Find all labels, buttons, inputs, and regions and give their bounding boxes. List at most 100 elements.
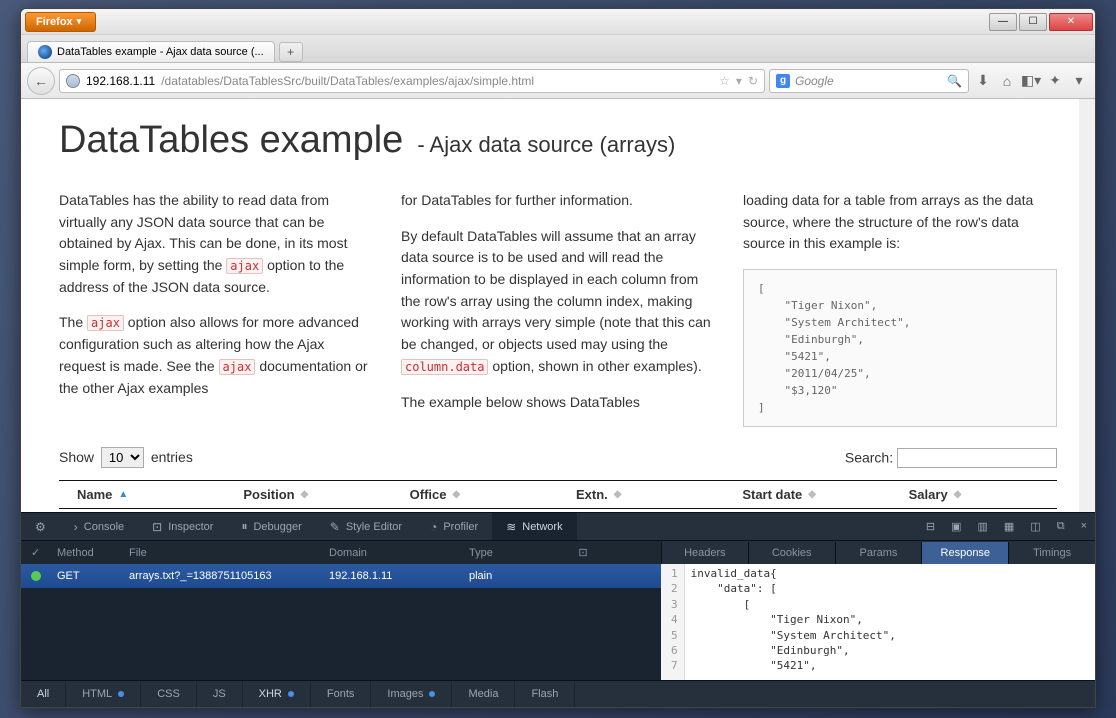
devtools-options-button[interactable]: ⚙ <box>21 513 60 540</box>
tool-console[interactable]: ›Console <box>60 513 138 540</box>
filter-css[interactable]: CSS <box>141 681 197 707</box>
col-type: Type <box>459 547 559 559</box>
close-button[interactable]: ✕ <box>1049 13 1093 31</box>
sort-icon: ◆ <box>808 489 816 500</box>
undock-icon[interactable]: ⧉ <box>1049 520 1073 533</box>
col-domain: Domain <box>319 547 459 559</box>
filter-js[interactable]: JS <box>197 681 243 707</box>
code-ajax: ajax <box>87 315 124 331</box>
filter-flash[interactable]: Flash <box>515 681 575 707</box>
profiler-icon: ◔ <box>430 520 437 534</box>
sort-icon: ◆ <box>453 489 461 500</box>
th-salary[interactable]: Salary◆ <box>891 487 1057 502</box>
url-path: /datatables/DataTablesSrc/built/DataTabl… <box>161 74 534 88</box>
tool-debugger[interactable]: ⏸Debugger <box>227 513 315 540</box>
scratchpad-icon[interactable]: ▣ <box>943 520 969 533</box>
filter-all[interactable]: All <box>21 681 66 707</box>
column-1: DataTables has the ability to read data … <box>59 190 373 427</box>
bookmark-icon[interactable]: ☆ <box>719 74 730 88</box>
filter-fonts[interactable]: Fonts <box>311 681 372 707</box>
new-tab-button[interactable]: + <box>279 42 303 62</box>
response-body[interactable]: invalid_data{ "data": [ [ "Tiger Nixon",… <box>685 564 1095 680</box>
dropdown-icon[interactable]: ▾ <box>736 74 742 88</box>
search-input[interactable] <box>897 448 1057 468</box>
cell-domain: 192.168.1.11 <box>319 570 459 582</box>
nav-bar: ← 192.168.1.11/datatables/DataTablesSrc/… <box>21 63 1095 99</box>
tab-timings[interactable]: Timings <box>1008 542 1095 564</box>
dock-side-icon[interactable]: ◫ <box>1022 520 1048 533</box>
devtools-toolbar: ⚙ ›Console ⊡Inspector ⏸Debugger ✎Style E… <box>21 512 1095 540</box>
paint-icon[interactable]: ▦ <box>996 520 1022 533</box>
home-icon[interactable]: ⌂ <box>997 71 1017 91</box>
tool-inspector[interactable]: ⊡Inspector <box>138 513 227 540</box>
filter-indicator <box>429 691 435 697</box>
window-controls: — ☐ ✕ <box>989 13 1095 31</box>
text: option, shown in other examples). <box>488 358 701 374</box>
cell-type: plain <box>459 570 559 582</box>
th-position[interactable]: Position◆ <box>225 487 391 502</box>
tool-network[interactable]: ≋Network <box>492 513 576 540</box>
firefox-menu-button[interactable]: Firefox <box>25 12 96 32</box>
column-2: for DataTables for further information. … <box>401 190 715 427</box>
text: The example below shows DataTables <box>401 392 715 414</box>
style-icon: ✎ <box>330 520 340 534</box>
search-placeholder: Google <box>795 74 942 88</box>
filter-media[interactable]: Media <box>452 681 515 707</box>
scrollbar[interactable] <box>1079 99 1095 532</box>
search-go-icon[interactable]: 🔍 <box>947 74 962 88</box>
page-subtitle: - Ajax data source (arrays) <box>417 132 675 158</box>
tab-title: DataTables example - Ajax data source (.… <box>57 46 264 58</box>
responsive-icon[interactable]: ▥ <box>969 520 995 533</box>
network-detail-panel: Headers Cookies Params Response Timings … <box>661 540 1095 680</box>
tab-response[interactable]: Response <box>921 542 1008 564</box>
inspector-icon: ⊡ <box>152 520 162 534</box>
th-name[interactable]: Name▲ <box>59 487 225 502</box>
text: loading data for a table from arrays as … <box>743 190 1057 255</box>
cell-file: arrays.txt?_=1388751105163 <box>119 570 319 582</box>
tab-headers[interactable]: Headers <box>661 542 748 564</box>
search-bar[interactable]: g Google 🔍 <box>769 69 969 93</box>
tool-profiler[interactable]: ◔Profiler <box>416 513 492 540</box>
page-title: DataTables example <box>59 119 403 162</box>
tool-style-editor[interactable]: ✎Style Editor <box>316 513 416 540</box>
titlebar: Firefox — ☐ ✕ <box>21 9 1095 35</box>
addon-icon[interactable]: ✦ <box>1045 71 1065 91</box>
network-request-list: ✓ Method File Domain Type ⊡ GET arrays.t… <box>21 540 661 680</box>
tab-cookies[interactable]: Cookies <box>748 542 835 564</box>
length-select[interactable]: 10 <box>101 447 144 468</box>
filter-indicator <box>288 691 294 697</box>
network-filter-bar: All HTML CSS JS XHR Fonts Images Media F… <box>21 680 1095 707</box>
status-ok-icon <box>31 571 41 581</box>
response-viewer: 1234567 invalid_data{ "data": [ [ "Tiger… <box>661 564 1095 680</box>
sort-icon: ◆ <box>954 489 962 500</box>
entries-label: entries <box>151 449 193 465</box>
th-office[interactable]: Office◆ <box>392 487 558 502</box>
tab-params[interactable]: Params <box>835 542 922 564</box>
devtools-close-icon[interactable]: × <box>1073 520 1095 532</box>
bookmarks-icon[interactable]: ◧▾ <box>1021 71 1041 91</box>
browser-tab[interactable]: DataTables example - Ajax data source (.… <box>27 41 275 62</box>
downloads-icon[interactable]: ⬇ <box>973 71 993 91</box>
network-request-row[interactable]: GET arrays.txt?_=1388751105163 192.168.1… <box>21 564 661 588</box>
th-start-date[interactable]: Start date◆ <box>724 487 890 502</box>
network-columns: ✓ Method File Domain Type ⊡ <box>21 540 661 564</box>
chevron-icon: › <box>74 520 78 534</box>
url-bar[interactable]: 192.168.1.11/datatables/DataTablesSrc/bu… <box>59 69 765 93</box>
col-size-icon: ⊡ <box>559 546 607 559</box>
filter-xhr[interactable]: XHR <box>243 681 311 707</box>
back-button[interactable]: ← <box>27 67 55 95</box>
filter-images[interactable]: Images <box>371 681 452 707</box>
split-icon[interactable]: ⊟ <box>918 520 943 533</box>
col-file: File <box>119 547 319 559</box>
minimize-button[interactable]: — <box>989 13 1017 31</box>
maximize-button[interactable]: ☐ <box>1019 13 1047 31</box>
text: The <box>59 314 87 330</box>
code-ajax: ajax <box>226 258 263 274</box>
show-label: Show <box>59 449 94 465</box>
th-extn[interactable]: Extn.◆ <box>558 487 724 502</box>
sort-asc-icon: ▲ <box>118 489 128 500</box>
menu-icon[interactable]: ▾ <box>1069 71 1089 91</box>
reload-icon[interactable]: ↻ <box>748 74 758 88</box>
page-content: DataTables example - Ajax data source (a… <box>21 99 1095 532</box>
filter-html[interactable]: HTML <box>66 681 141 707</box>
